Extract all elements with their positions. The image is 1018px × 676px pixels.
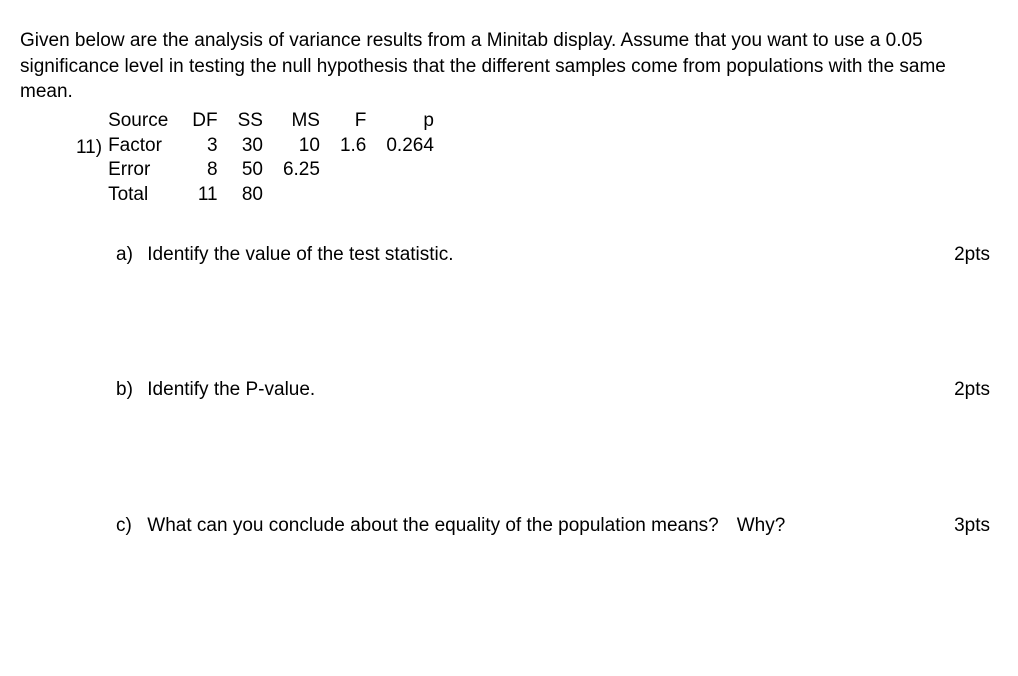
cell: 50	[228, 158, 273, 183]
cell: 11	[182, 183, 227, 208]
cell: 6.25	[273, 158, 330, 183]
cell: 3	[182, 134, 227, 159]
cell: 8	[182, 158, 227, 183]
part-b: b) Identify the P-value. 2pts	[116, 377, 998, 403]
cell: Error	[108, 158, 182, 183]
cell	[330, 158, 376, 183]
cell	[273, 183, 330, 208]
part-c-text: c) What can you conclude about the equal…	[116, 513, 934, 539]
part-a: a) Identify the value of the test statis…	[116, 242, 998, 268]
cell	[330, 183, 376, 208]
part-why: Why?	[737, 513, 786, 539]
cell: 10	[273, 134, 330, 159]
anova-table: Source DF SS MS F p Factor 3 30 10 1.6 0…	[108, 109, 444, 208]
cell: 80	[228, 183, 273, 208]
col-f: F	[330, 109, 376, 134]
table-row: Factor 3 30 10 1.6 0.264	[108, 134, 444, 159]
part-a-text: a) Identify the value of the test statis…	[116, 242, 934, 268]
question-number: 11)	[76, 135, 102, 161]
cell: Total	[108, 183, 182, 208]
part-label: c)	[116, 513, 142, 539]
cell: 30	[228, 134, 273, 159]
question-parts: a) Identify the value of the test statis…	[116, 242, 998, 539]
part-b-text: b) Identify the P-value.	[116, 377, 934, 403]
col-source: Source	[108, 109, 182, 134]
part-points: 2pts	[954, 377, 990, 403]
cell	[376, 183, 444, 208]
table-row: Total 11 80	[108, 183, 444, 208]
table-row: Error 8 50 6.25	[108, 158, 444, 183]
col-ms: MS	[273, 109, 330, 134]
cell: Factor	[108, 134, 182, 159]
part-points: 3pts	[954, 513, 990, 539]
col-p: p	[376, 109, 444, 134]
col-ss: SS	[228, 109, 273, 134]
part-label: b)	[116, 377, 142, 403]
part-question: Identify the value of the test statistic…	[147, 244, 453, 265]
intro-text: Given below are the analysis of variance…	[20, 28, 998, 105]
part-c: c) What can you conclude about the equal…	[116, 513, 998, 539]
table-header: Source DF SS MS F p	[108, 109, 444, 134]
col-df: DF	[182, 109, 227, 134]
part-label: a)	[116, 242, 142, 268]
anova-section: 11) Source DF SS MS F p Factor 3 30 10 1…	[76, 109, 998, 208]
cell: 0.264	[376, 134, 444, 159]
part-points: 2pts	[954, 242, 990, 268]
cell: 1.6	[330, 134, 376, 159]
part-question: What can you conclude about the equality…	[147, 515, 718, 536]
cell	[376, 158, 444, 183]
part-question: Identify the P-value.	[147, 379, 315, 400]
